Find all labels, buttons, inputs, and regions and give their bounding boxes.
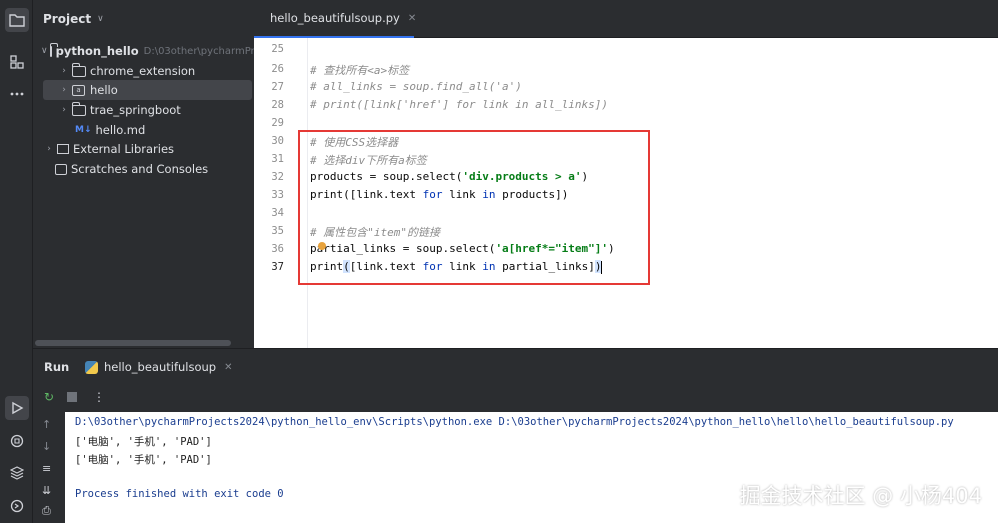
console-line: ['电脑', '手机', 'PAD'] [75,436,212,448]
arrow-down-icon[interactable]: ↓ [42,440,51,453]
console-line: D:\03other\pycharmProjects2024\python_he… [75,416,954,428]
line-number: 34 [271,207,284,219]
chevron-down-icon[interactable]: ∨ [41,46,48,56]
scratches-icon [55,163,67,175]
line-number: 25 [271,43,284,55]
left-tool-strip [0,0,33,523]
folder-icon [72,62,86,77]
run-tool-icon[interactable] [5,396,29,420]
tree-item-label: hello.md [95,123,146,137]
chevron-right-icon[interactable]: › [43,144,55,154]
tree-item-path: D:\03other\pycharmPr [143,45,254,57]
line-number: 30 [271,135,284,147]
tree-item-label: python_hello [55,44,139,58]
project-panel-title: Project [43,12,92,26]
tree-item-trae-springboot[interactable]: › trae_springboot [33,100,254,120]
soft-wrap-icon[interactable]: ≡ [42,462,51,475]
arrow-up-icon[interactable]: ↑ [42,418,51,431]
folder-icon [49,42,58,57]
horizontal-scrollbar[interactable] [35,340,231,346]
line-number: 31 [271,153,284,165]
line-number: 26 [271,63,284,75]
folder-icon [72,101,86,116]
tree-item-external-libraries[interactable]: › External Libraries [33,139,254,159]
python-console-icon[interactable] [5,429,29,453]
line-number: 33 [271,189,284,201]
chevron-down-icon[interactable]: ∨ [97,14,104,24]
chevron-right-icon[interactable]: › [58,85,70,95]
rerun-icon[interactable]: ↻ [44,390,54,404]
tab-label: hello_beautifulsoup.py [270,11,400,25]
line-number-current: 37 [271,261,284,273]
project-panel-header[interactable]: Project ∨ [33,0,254,38]
scroll-to-end-icon[interactable]: ⇊ [42,484,51,497]
chevron-right-icon[interactable]: › [58,105,70,115]
tree-item-label: External Libraries [73,142,175,156]
structure-tool-icon[interactable] [5,50,29,74]
line-number: 29 [271,117,284,129]
line-number: 35 [271,225,284,237]
console-line: Process finished with exit code 0 [75,488,284,500]
tree-item-hello[interactable]: › a hello [43,80,252,100]
more-options-icon[interactable]: ⋮ [93,390,105,404]
console-line: ['电脑', '手机', 'PAD'] [75,454,212,466]
code-editor[interactable]: 25 26 27 28 29 30 31 32 33 34 35 36 37 #… [254,38,998,348]
code-line-28: # print([link['href'] for link in all_li… [310,98,609,111]
editor-tab-bar: hello_beautifulsoup.py ✕ [254,0,998,38]
chevron-right-icon[interactable]: › [58,66,70,76]
package-icon: a [72,84,85,96]
close-icon[interactable]: ✕ [224,362,232,373]
line-number: 32 [271,171,284,183]
code-line-27: # all_links = soup.find_all('a') [310,80,522,93]
run-side-toolbar: ↑ ↓ ≡ ⇊ ⎙ [33,412,65,523]
tree-item-label: trae_springboot [90,103,181,117]
more-tools-icon[interactable] [5,82,29,106]
tree-item-chrome-extension[interactable]: › chrome_extension [33,61,254,81]
run-tool-header: Run hello_beautifulsoup ✕ [33,348,998,384]
watermark: 掘金技术社区 @ 小杨404 [739,484,982,508]
print-icon[interactable]: ⎙ [42,504,51,518]
terminal-icon[interactable] [5,494,29,518]
tree-item-hello-md[interactable]: M↓ hello.md [33,120,254,140]
tree-item-label: Scratches and Consoles [71,162,209,176]
close-icon[interactable]: ✕ [408,13,416,24]
line-number: 27 [271,81,284,93]
stop-icon[interactable] [67,392,77,402]
markdown-file-icon: M↓ [75,125,92,135]
tree-item-python-hello[interactable]: ∨ python_hello D:\03other\pycharmPr [33,41,254,61]
tree-item-label: hello [90,83,118,97]
layers-icon[interactable] [5,461,29,485]
tab-hello-beautifulsoup[interactable]: hello_beautifulsoup.py ✕ [254,0,416,38]
line-number: 36 [271,243,284,255]
tab-label: hello_beautifulsoup [104,360,217,374]
highlight-box [298,130,650,285]
library-icon [57,144,69,154]
project-tool-icon[interactable] [5,8,29,32]
python-file-icon [85,360,98,374]
run-title: Run [44,360,70,374]
code-line-26: # 查找所有<a>标签 [310,64,410,77]
line-number: 28 [271,99,284,111]
run-toolbar: ↻ ⋮ [33,384,998,412]
tree-item-scratches[interactable]: Scratches and Consoles [33,159,254,179]
project-panel: Project ∨ ∨ python_hello D:\03other\pych… [33,0,254,348]
tab-run-hello-beautifulsoup[interactable]: hello_beautifulsoup ✕ [85,349,233,385]
tree-item-label: chrome_extension [90,64,196,78]
